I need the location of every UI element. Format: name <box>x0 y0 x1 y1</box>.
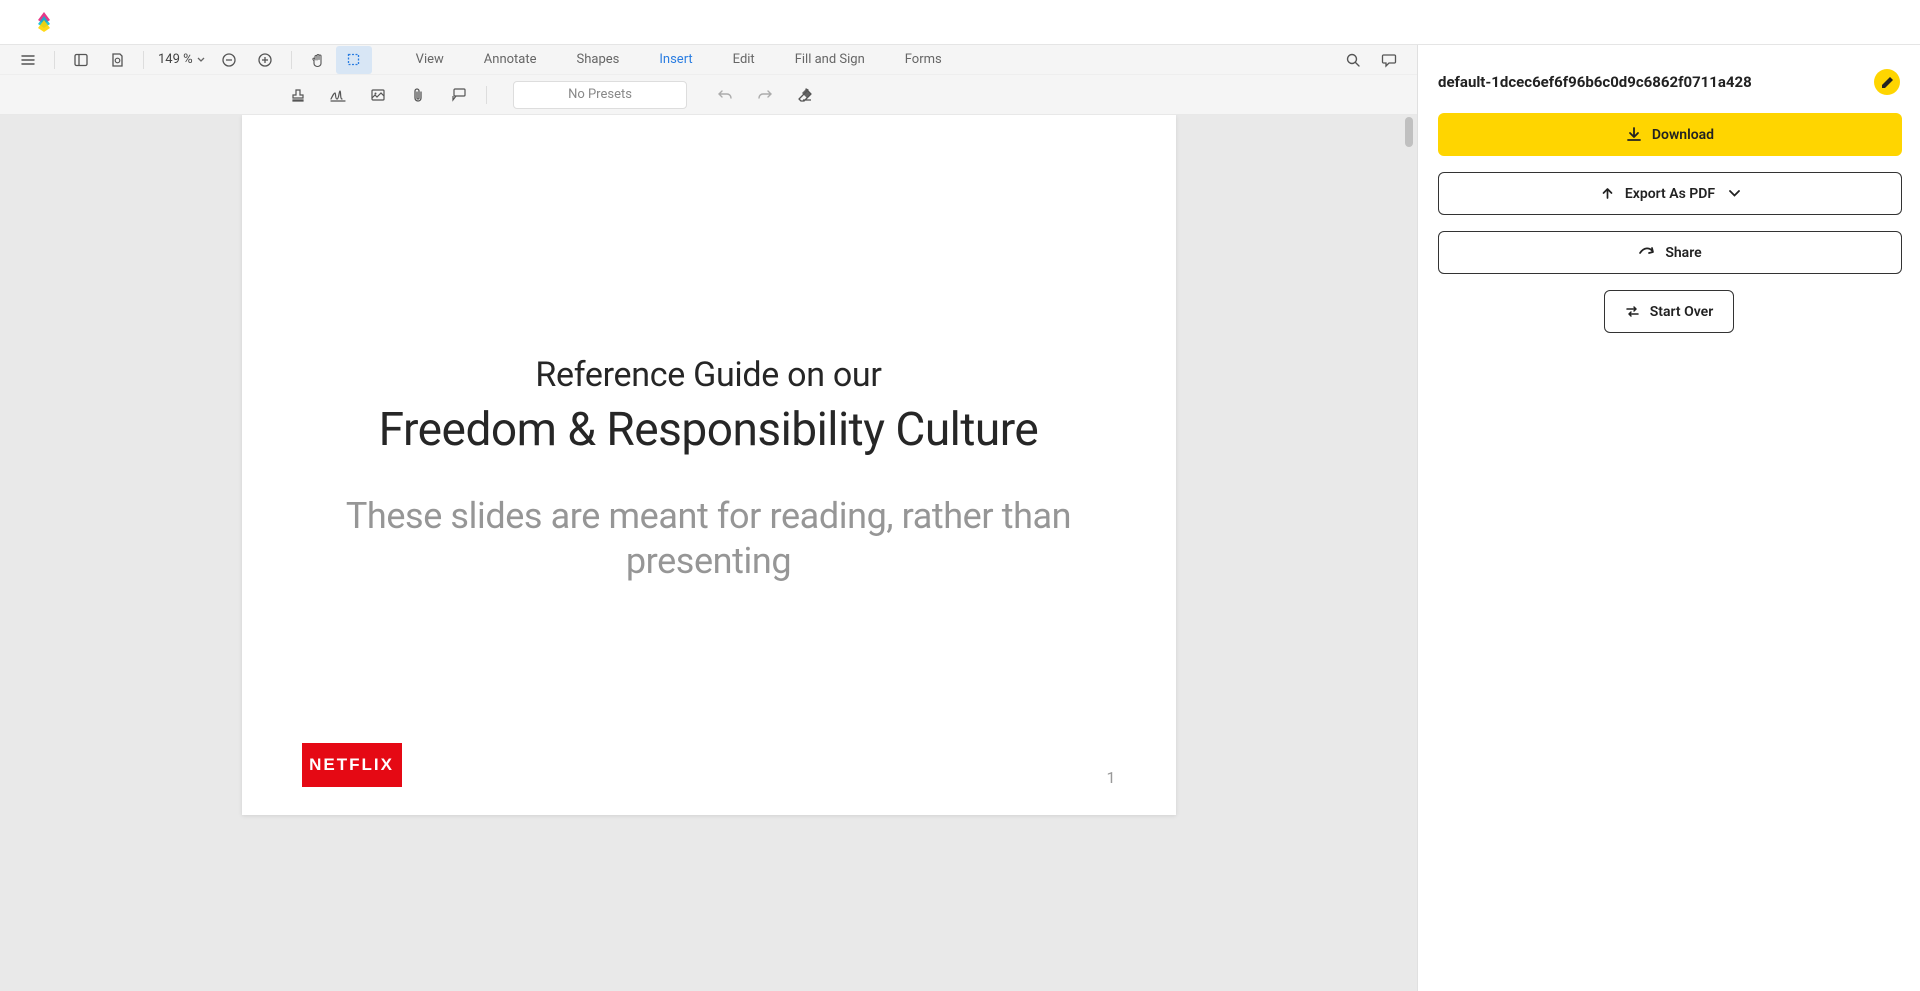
start-over-button[interactable]: Start Over <box>1604 290 1734 333</box>
tab-edit[interactable]: Edit <box>713 46 775 74</box>
pencil-icon <box>1881 76 1894 89</box>
page-number: 1 <box>1107 768 1116 787</box>
download-icon <box>1626 126 1642 143</box>
toolbar-primary: 149 % View Annotate Shapes Insert Edi <box>0 45 1417 75</box>
tab-fill-sign[interactable]: Fill and Sign <box>775 46 885 74</box>
zoom-in-icon[interactable] <box>247 46 283 74</box>
tab-forms[interactable]: Forms <box>885 46 962 74</box>
page-view-icon[interactable] <box>99 46 135 74</box>
app-header <box>0 0 1920 45</box>
zoom-out-icon[interactable] <box>211 46 247 74</box>
share-label: Share <box>1665 245 1701 261</box>
zoom-value: 149 % <box>158 52 193 67</box>
start-over-label: Start Over <box>1650 304 1713 320</box>
download-label: Download <box>1652 127 1714 143</box>
zoom-level[interactable]: 149 % <box>152 52 211 67</box>
chevron-down-icon <box>1729 190 1740 197</box>
attachment-icon[interactable] <box>400 80 436 110</box>
search-icon[interactable] <box>1335 46 1371 74</box>
share-icon <box>1638 245 1655 260</box>
stamp-icon[interactable] <box>280 80 316 110</box>
presets-dropdown[interactable]: No Presets <box>513 81 687 109</box>
scrollbar[interactable] <box>1405 115 1415 991</box>
doc-title-large: Freedom & Responsibility Culture <box>322 403 1096 458</box>
app-logo-icon <box>32 10 56 34</box>
viewer-area: 149 % View Annotate Shapes Insert Edi <box>0 45 1418 991</box>
document-page: Reference Guide on our Freedom & Respons… <box>242 115 1176 815</box>
comment-icon[interactable] <box>1371 46 1407 74</box>
edit-filename-button[interactable] <box>1874 69 1900 95</box>
filename-label: default-1dcec6ef6f96b6c0d9c6862f0711a428 <box>1438 73 1752 91</box>
divider <box>291 51 292 69</box>
netflix-logo: NETFLIX <box>302 743 402 787</box>
document-viewer[interactable]: Reference Guide on our Freedom & Respons… <box>0 115 1417 991</box>
redo-icon[interactable] <box>747 80 783 110</box>
presets-label: No Presets <box>568 87 632 102</box>
doc-subtitle: These slides are meant for reading, rath… <box>322 494 1096 584</box>
filename-row: default-1dcec6ef6f96b6c0d9c6862f0711a428 <box>1438 69 1900 95</box>
divider <box>486 86 487 104</box>
signature-icon[interactable] <box>320 80 356 110</box>
tab-view[interactable]: View <box>396 46 464 74</box>
right-sidebar: default-1dcec6ef6f96b6c0d9c6862f0711a428… <box>1418 45 1920 991</box>
upload-icon <box>1600 186 1615 201</box>
tab-annotate[interactable]: Annotate <box>464 46 557 74</box>
undo-icon[interactable] <box>707 80 743 110</box>
doc-title-small: Reference Guide on our <box>322 355 1096 395</box>
chevron-down-icon <box>197 57 205 62</box>
tab-insert[interactable]: Insert <box>639 46 712 74</box>
sidebar-toggle-icon[interactable] <box>63 46 99 74</box>
eraser-icon[interactable] <box>787 80 823 110</box>
divider <box>143 51 144 69</box>
download-button[interactable]: Download <box>1438 113 1902 156</box>
image-icon[interactable] <box>360 80 396 110</box>
pan-hand-icon[interactable] <box>300 46 336 74</box>
share-button[interactable]: Share <box>1438 231 1902 274</box>
menu-tabs: View Annotate Shapes Insert Edit Fill an… <box>396 46 962 74</box>
toolbar-secondary: No Presets <box>0 75 1417 115</box>
menu-icon[interactable] <box>10 46 46 74</box>
export-button[interactable]: Export As PDF <box>1438 172 1902 215</box>
tab-shapes[interactable]: Shapes <box>557 46 640 74</box>
scrollbar-thumb[interactable] <box>1405 117 1413 147</box>
export-label: Export As PDF <box>1625 186 1715 202</box>
selection-icon[interactable] <box>336 46 372 74</box>
callout-icon[interactable] <box>440 80 476 110</box>
divider <box>54 51 55 69</box>
restart-icon <box>1625 305 1640 318</box>
